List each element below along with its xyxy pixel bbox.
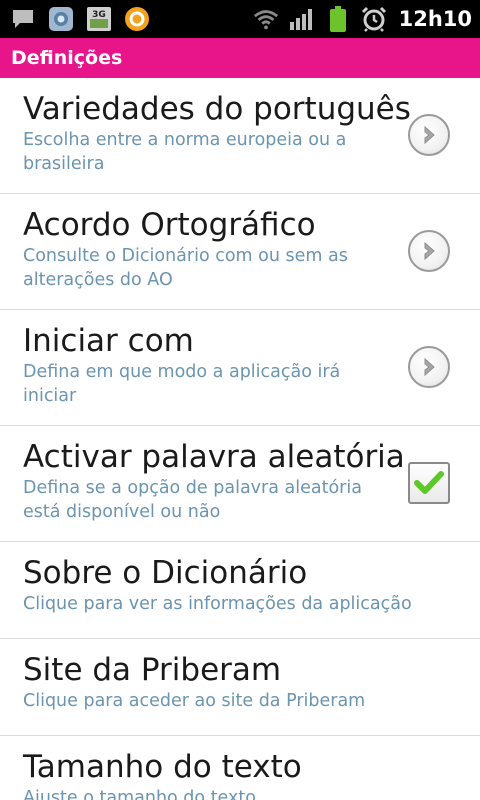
checkmark-icon [414, 470, 444, 494]
message-icon [10, 6, 36, 32]
wifi-icon [253, 6, 279, 32]
setting-label: Site da Priberam [23, 652, 282, 688]
setting-iniciar-com[interactable]: Iniciar com Defina em que modo a aplicaç… [0, 310, 480, 426]
alarm-icon [361, 6, 387, 32]
chevron-right-icon[interactable] [408, 345, 452, 390]
setting-label: Sobre o Dicionário [23, 555, 308, 591]
3g-icon: 3G [86, 6, 112, 32]
setting-summary: Consulte o Dicionário com ou sem as alte… [23, 246, 348, 290]
settings-list: Variedades do português Escolha entre a … [0, 78, 480, 800]
setting-summary: Clique para ver as informações da aplica… [23, 594, 412, 614]
system-icons: 12h10 [253, 6, 472, 32]
setting-acordo-ortografico[interactable]: Acordo Ortográfico Consulte o Dicionário… [0, 194, 480, 310]
svg-text:3G: 3G [92, 10, 106, 20]
camera-app-icon [48, 6, 74, 32]
setting-summary: Escolha entre a norma europeia ou a bras… [23, 130, 347, 174]
signal-icon [289, 6, 315, 32]
page-title: Definições [11, 47, 123, 69]
setting-variedades-do-portugues[interactable]: Variedades do português Escolha entre a … [0, 78, 480, 194]
notification-icons: 3G [10, 6, 150, 32]
orange-app-icon [124, 6, 150, 32]
palavra-aleatoria-checkbox[interactable] [408, 461, 452, 506]
setting-summary: Defina em que modo a aplicação irá inici… [23, 362, 341, 406]
setting-summary: Clique para aceder ao site da Priberam [23, 691, 366, 711]
setting-site-da-priberam[interactable]: Site da Priberam Clique para aceder ao s… [0, 639, 480, 736]
clock: 12h10 [398, 7, 472, 31]
setting-summary: Defina se a opção de palavra aleatória e… [23, 478, 362, 522]
battery-icon [325, 6, 351, 32]
status-bar: 3G 12h10 [0, 0, 480, 38]
setting-activar-palavra-aleatoria[interactable]: Activar palavra aleatória Defina se a op… [0, 426, 480, 542]
setting-sobre-o-dicionario[interactable]: Sobre o Dicionário Clique para ver as in… [0, 542, 480, 639]
chevron-right-icon[interactable] [408, 229, 452, 274]
setting-label: Tamanho do texto [23, 749, 302, 785]
setting-tamanho-do-texto[interactable]: Tamanho do texto Ajuste o tamanho do tex… [0, 736, 480, 800]
chevron-right-icon[interactable] [408, 113, 452, 158]
title-bar: Definições [0, 38, 480, 78]
setting-summary: Ajuste o tamanho do texto [23, 788, 256, 800]
